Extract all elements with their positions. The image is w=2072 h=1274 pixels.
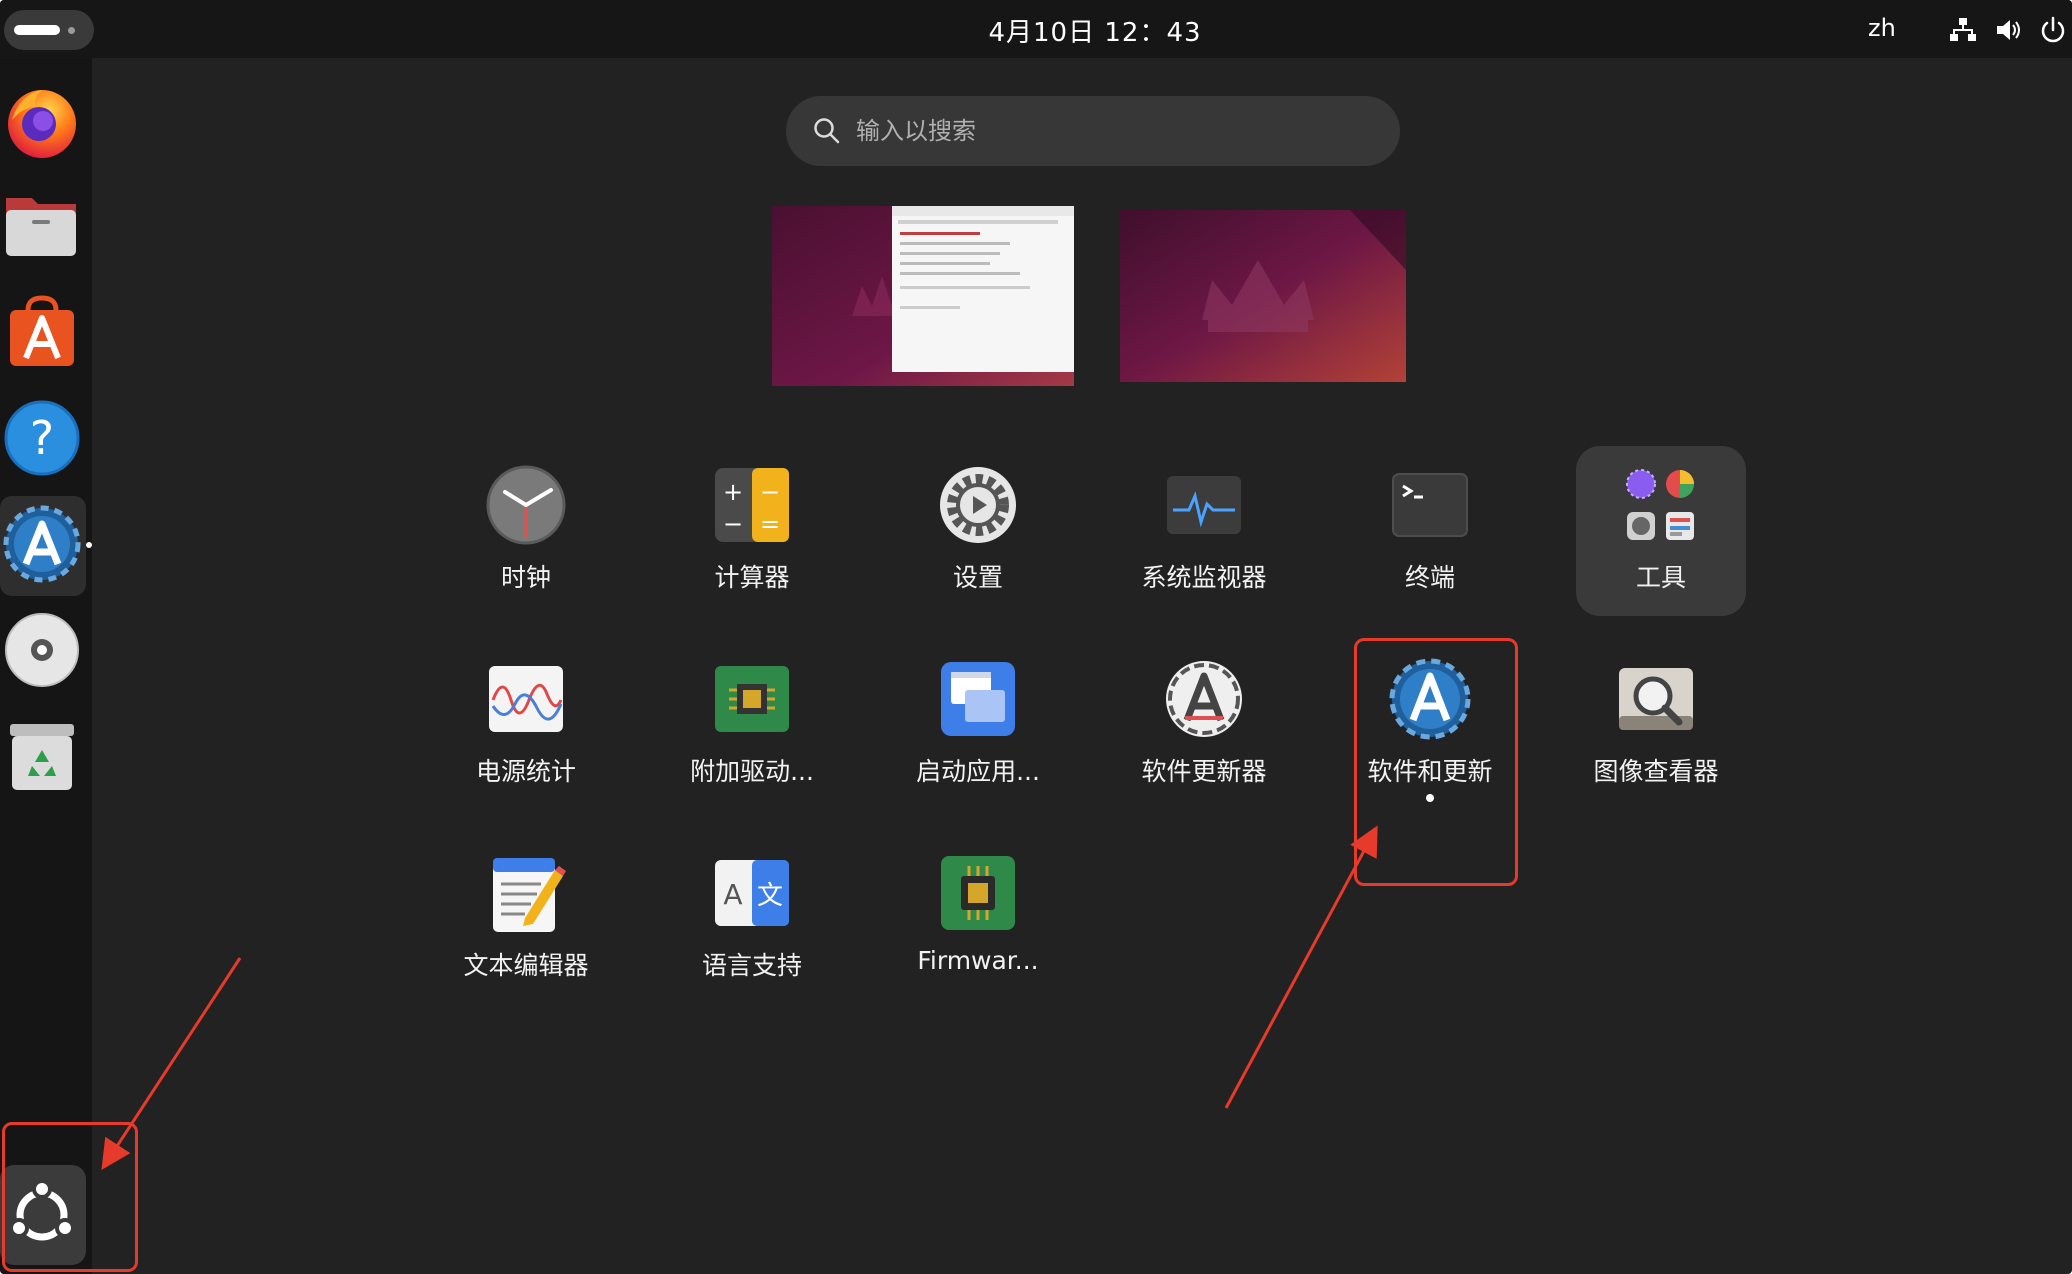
desktop-overview: 4月10日 12：43 zh ? 输入以搜索 时钟 + − − = 计算器 设置… (0, 0, 2072, 1274)
annotation-arrow (101, 957, 242, 1171)
annotation-arrow (1224, 825, 1378, 1109)
annotation-arrows (101, 825, 1378, 1171)
